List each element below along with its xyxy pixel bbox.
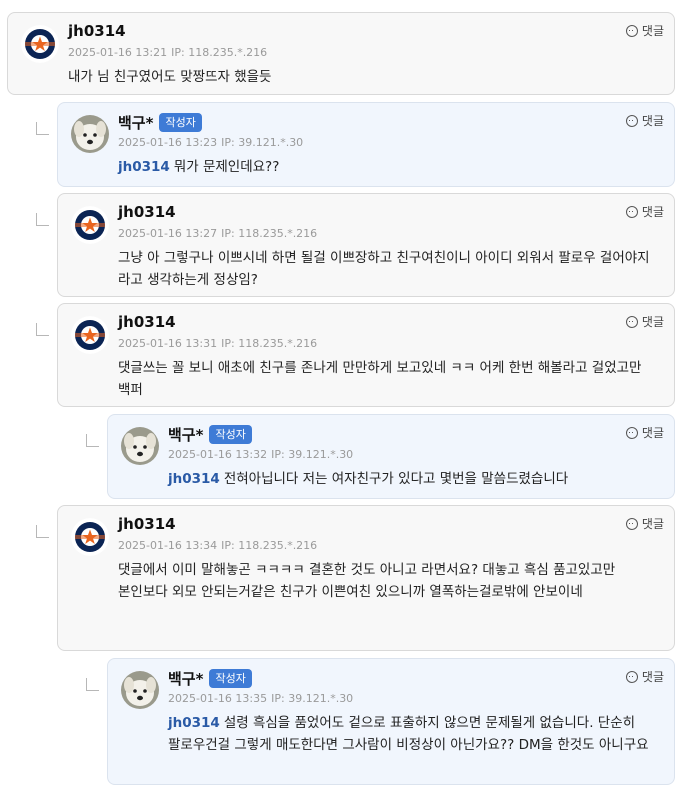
- reply-indent-line: [86, 678, 99, 691]
- comment-ip: IP: 39.121.*.30: [271, 692, 354, 705]
- reply-label: 댓글: [641, 114, 664, 128]
- comment-date: 2025-01-16 13:27: [118, 227, 218, 240]
- comment-date: 2025-01-16 13:32: [168, 448, 268, 461]
- reply-label: 댓글: [641, 426, 664, 440]
- author-name-text: 백구*: [168, 670, 204, 688]
- comment-ip: IP: 118.235.*.216: [221, 539, 318, 552]
- reply-button[interactable]: 댓글: [625, 112, 664, 129]
- comment-text: 그냥 아 그렇구나 이쁘시네 하면 될걸 이쁘장하고 친구여친이니 아이디 외워…: [118, 250, 650, 288]
- comment-date: 2025-01-16 13:35: [168, 692, 268, 705]
- reply-label: 댓글: [641, 205, 664, 219]
- comment-date: 2025-01-16 13:34: [118, 539, 218, 552]
- comment-text-wrap: jh0314 설령 흑심을 품었어도 겉으로 표출하지 않으면 문제될게 없습니다…: [168, 712, 660, 756]
- reply-indent-line: [36, 323, 49, 336]
- mention-link[interactable]: jh0314: [118, 159, 170, 175]
- author-badge: 작성자: [159, 113, 202, 132]
- comment-author-name[interactable]: jh0314: [118, 515, 176, 533]
- comment-thread: jh0314 2025-01-16 13:21 IP: 118.235.*.216…: [0, 0, 683, 788]
- mention-link[interactable]: jh0314: [168, 715, 220, 731]
- author-badge: 작성자: [209, 669, 252, 688]
- astros-logo-avatar[interactable]: [71, 518, 109, 556]
- comment-text: 설령 흑심을 품었어도 겉으로 표출하지 않으면 문제될게 없습니다. 단순히 …: [168, 715, 649, 753]
- comment-author-name[interactable]: jh0314: [68, 22, 126, 40]
- reply-card: 백구* 작성자 2025-01-16 13:35 IP: 39.121.*.30 댓…: [107, 658, 675, 785]
- astros-logo-avatar[interactable]: [21, 25, 59, 63]
- reply-card: jh0314 2025-01-16 13:31 IP: 118.235.*.216…: [57, 303, 675, 407]
- comment-ip: IP: 118.235.*.216: [171, 46, 268, 59]
- comment-date: 2025-01-16 13:23: [118, 136, 218, 149]
- comment-meta: 2025-01-16 13:32 IP: 39.121.*.30: [168, 448, 353, 461]
- comment-ip: IP: 39.121.*.30: [271, 448, 354, 461]
- comment-meta: 2025-01-16 13:35 IP: 39.121.*.30: [168, 692, 353, 705]
- astros-logo-avatar[interactable]: [71, 316, 109, 354]
- comment-text: 뭐가 문제인데요??: [173, 159, 280, 175]
- comment-date: 2025-01-16 13:31: [118, 337, 218, 350]
- reply-button[interactable]: 댓글: [625, 22, 664, 39]
- reply-indent-line: [36, 122, 49, 135]
- comment-meta: 2025-01-16 13:34 IP: 118.235.*.216: [118, 539, 317, 552]
- author-name-text: 백구*: [118, 114, 154, 132]
- reply-indent-line: [36, 525, 49, 538]
- comment-bubble-icon: [625, 315, 638, 328]
- reply-label: 댓글: [641, 315, 664, 329]
- comment-bubble-icon: [625, 517, 638, 530]
- comment-bubble-icon: [625, 670, 638, 683]
- comment-text: 댓글에서 이미 말해놓곤 ㅋㅋㅋㅋ 결혼한 것도 아니고 라면서요? 대놓고 흑…: [118, 562, 616, 600]
- reply-label: 댓글: [641, 24, 664, 38]
- reply-indent-line: [86, 434, 99, 447]
- comment-bubble-icon: [625, 426, 638, 439]
- comment-meta: 2025-01-16 13:23 IP: 39.121.*.30: [118, 136, 303, 149]
- comment-text: 전혀아닙니다 저는 여자친구가 있다고 몇번을 말씀드렸습니다: [223, 471, 569, 487]
- dog-avatar[interactable]: [121, 427, 159, 465]
- reply-button[interactable]: 댓글: [625, 313, 664, 330]
- comment-author-name[interactable]: 백구* 작성자: [118, 112, 202, 133]
- reply-indent-line: [36, 213, 49, 226]
- reply-button[interactable]: 댓글: [625, 668, 664, 685]
- reply-label: 댓글: [641, 517, 664, 531]
- dog-avatar[interactable]: [71, 115, 109, 153]
- comment-bubble-icon: [625, 114, 638, 127]
- reply-card: 백구* 작성자 2025-01-16 13:23 IP: 39.121.*.30 댓…: [57, 102, 675, 187]
- comment-meta: 2025-01-16 13:27 IP: 118.235.*.216: [118, 227, 317, 240]
- comment-meta: 2025-01-16 13:31 IP: 118.235.*.216: [118, 337, 317, 350]
- comment-author-name[interactable]: jh0314: [118, 203, 176, 221]
- comment-text: 댓글쓰는 꼴 보니 애초에 친구를 존나게 만만하게 보고있네 ㅋㅋ 어케 한번…: [118, 360, 642, 398]
- reply-card: 백구* 작성자 2025-01-16 13:32 IP: 39.121.*.30 댓…: [107, 414, 675, 499]
- reply-button[interactable]: 댓글: [625, 424, 664, 441]
- astros-logo-avatar[interactable]: [71, 206, 109, 244]
- reply-label: 댓글: [641, 670, 664, 684]
- comment-date: 2025-01-16 13:21: [68, 46, 168, 59]
- author-badge: 작성자: [209, 425, 252, 444]
- comment-author-name[interactable]: 백구* 작성자: [168, 668, 252, 689]
- mention-link[interactable]: jh0314: [168, 471, 220, 487]
- comment-author-name[interactable]: jh0314: [118, 313, 176, 331]
- author-name-text: 백구*: [168, 426, 204, 444]
- comment-author-name[interactable]: 백구* 작성자: [168, 424, 252, 445]
- reply-card: jh0314 2025-01-16 13:27 IP: 118.235.*.216…: [57, 193, 675, 297]
- comment-bubble-icon: [625, 205, 638, 218]
- comment-text-wrap: jh0314 뭐가 문제인데요??: [118, 156, 660, 178]
- reply-button[interactable]: 댓글: [625, 515, 664, 532]
- comment-text: 내가 님 친구였어도 맞짱뜨자 했을듯: [68, 69, 272, 85]
- comment-card: jh0314 2025-01-16 13:21 IP: 118.235.*.216…: [7, 12, 675, 95]
- comment-bubble-icon: [625, 24, 638, 37]
- reply-card: jh0314 2025-01-16 13:34 IP: 118.235.*.216…: [57, 505, 675, 651]
- comment-meta: 2025-01-16 13:21 IP: 118.235.*.216: [68, 46, 267, 59]
- comment-ip: IP: 118.235.*.216: [221, 227, 318, 240]
- comment-ip: IP: 39.121.*.30: [221, 136, 304, 149]
- dog-avatar[interactable]: [121, 671, 159, 709]
- comment-text-wrap: jh0314 전혀아닙니다 저는 여자친구가 있다고 몇번을 말씀드렸습니다: [168, 468, 660, 490]
- reply-button[interactable]: 댓글: [625, 203, 664, 220]
- comment-ip: IP: 118.235.*.216: [221, 337, 318, 350]
